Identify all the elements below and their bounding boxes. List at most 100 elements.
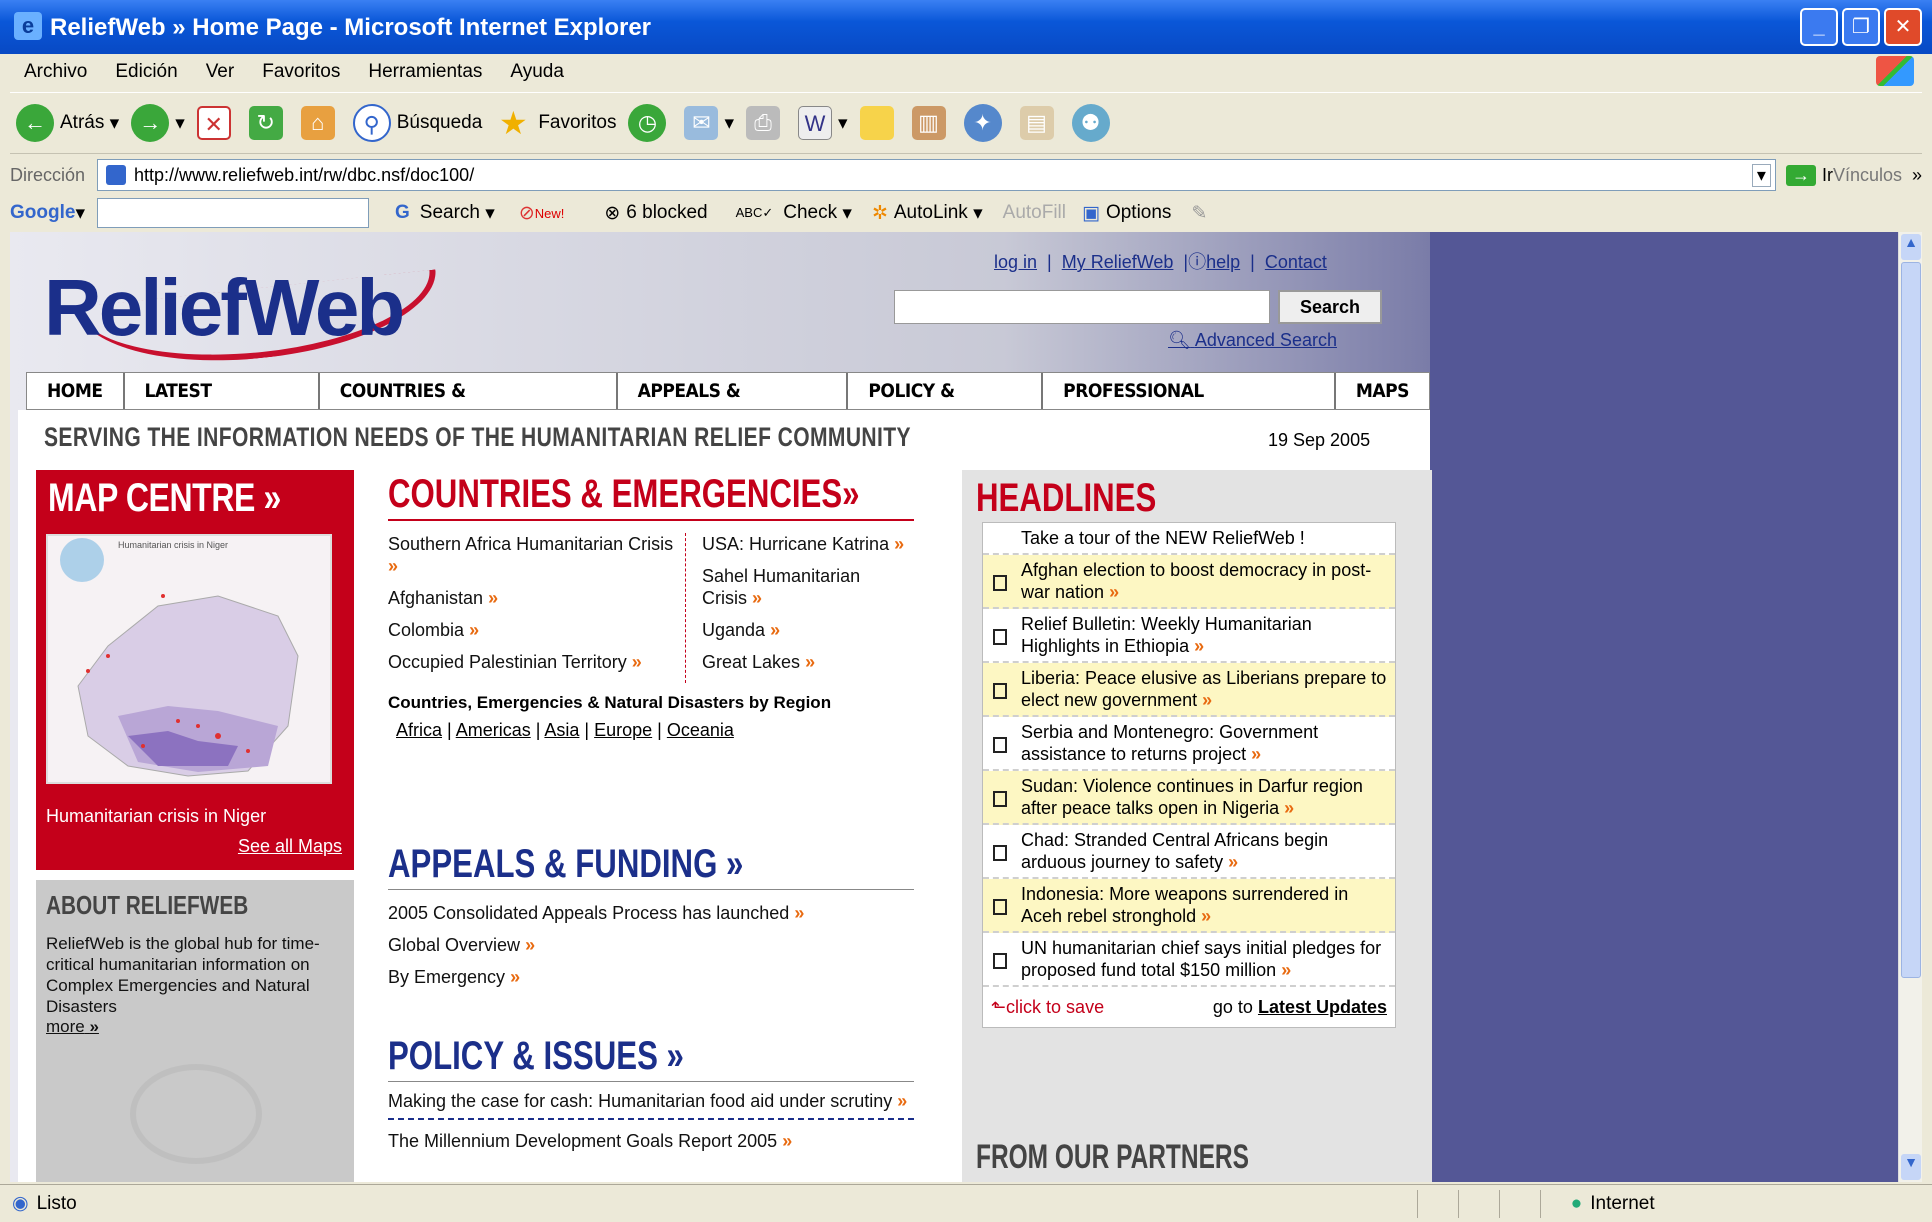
history-button[interactable]: ◷ — [628, 104, 672, 142]
list-item[interactable]: Occupied Palestinian Territory » — [388, 651, 677, 673]
research-button[interactable]: ▥ — [911, 106, 952, 140]
nav-maps[interactable]: MAPS — [1336, 373, 1429, 409]
list-item[interactable]: Southern Africa Humanitarian Crisis » — [388, 533, 677, 577]
list-item[interactable]: Great Lakes » — [702, 651, 906, 673]
scroll-up-icon[interactable]: ▲ — [1901, 234, 1921, 260]
nav-countries-emergencies[interactable]: COUNTRIES & EMERGENCIES — [320, 373, 618, 438]
pencil-icon[interactable]: ✎ — [1191, 202, 1207, 225]
list-item[interactable]: UN humanitarian chief says initial pledg… — [983, 933, 1395, 987]
list-item[interactable]: By Emergency » — [388, 966, 914, 988]
about-more-link[interactable]: more » — [46, 1017, 99, 1036]
list-item[interactable]: Take a tour of the NEW ReliefWeb ! — [983, 523, 1395, 555]
my-reliefweb-link[interactable]: My ReliefWeb — [1062, 252, 1174, 272]
list-item[interactable]: Serbia and Montenegro: Government assist… — [983, 717, 1395, 771]
advanced-search-link[interactable]: 🔍︎ Advanced Search — [1168, 330, 1337, 351]
menu-ver[interactable]: Ver — [206, 61, 235, 83]
region-oceania-link[interactable]: Oceania — [667, 720, 734, 740]
links-chevron-icon[interactable]: » — [1912, 165, 1922, 186]
people-icon: ⚉ — [1071, 104, 1110, 142]
contact-link[interactable]: Contact — [1265, 252, 1327, 272]
popups-blocked-button[interactable]: 6 blocked — [626, 202, 707, 224]
region-asia-link[interactable]: Asia — [544, 720, 579, 740]
menu-favoritos[interactable]: Favoritos — [262, 61, 340, 83]
policy-title[interactable]: POLICY & ISSUES » — [388, 1034, 798, 1079]
menu-archivo[interactable]: Archivo — [24, 61, 87, 83]
forward-arrow-icon: → — [131, 104, 170, 142]
edit-button[interactable]: W ▾ — [798, 106, 848, 140]
nav-professional-resources[interactable]: PROFESSIONAL RESOURCES — [1043, 373, 1336, 438]
forward-button[interactable]: → ▾ — [131, 104, 185, 142]
list-item[interactable]: The Millennium Development Goals Report … — [388, 1130, 914, 1152]
print-button[interactable]: ⎙ — [746, 106, 786, 140]
help-link[interactable]: help — [1206, 252, 1240, 272]
close-button[interactable]: ✕ — [1884, 8, 1922, 46]
google-search-button[interactable]: Search — [420, 202, 480, 224]
back-button[interactable]: ← Atrás ▾ — [16, 104, 119, 142]
maximize-button[interactable]: ❐ — [1842, 8, 1880, 46]
list-item[interactable]: Making the case for cash: Humanitarian f… — [388, 1090, 914, 1120]
list-item[interactable]: Liberia: Peace elusive as Liberians prep… — [983, 663, 1395, 717]
google-logo[interactable]: Google — [10, 202, 75, 224]
menu-edicion[interactable]: Edición — [115, 61, 177, 83]
menu-herramientas[interactable]: Herramientas — [368, 61, 482, 83]
scroll-down-icon[interactable]: ▼ — [1901, 1154, 1921, 1180]
see-all-maps-link[interactable]: See all Maps — [238, 836, 342, 857]
appeals-title[interactable]: APPEALS & FUNDING » — [388, 842, 798, 887]
messenger-button[interactable]: ✦ — [963, 104, 1008, 142]
minimize-button[interactable]: _ — [1800, 8, 1838, 46]
new-badge: New! — [534, 205, 565, 221]
list-item[interactable]: Afghanistan » — [388, 587, 677, 609]
map-caption[interactable]: Humanitarian crisis in Niger — [46, 806, 266, 827]
list-item[interactable]: Relief Bulletin: Weekly Humanitarian Hig… — [983, 609, 1395, 663]
vertical-scrollbar[interactable]: ▲ ▼ — [1898, 232, 1922, 1182]
list-item[interactable]: Colombia » — [388, 619, 677, 641]
notes-button[interactable] — [859, 106, 900, 140]
region-africa-link[interactable]: Africa — [396, 720, 442, 740]
nav-latest-updates[interactable]: LATEST UPDATES — [125, 373, 320, 438]
list-item[interactable]: Uganda » — [702, 619, 906, 641]
nav-home[interactable]: HOME — [27, 373, 125, 409]
region-europe-link[interactable]: Europe — [594, 720, 652, 740]
autolink-button[interactable]: AutoLink — [894, 202, 968, 224]
stop-button[interactable]: ✕ — [196, 106, 237, 140]
globe-icon: ● — [1570, 1192, 1583, 1214]
favorites-button[interactable]: ★ Favoritos — [494, 104, 616, 142]
people-button[interactable]: ⚉ — [1071, 104, 1116, 142]
go-arrow-icon[interactable]: → — [1785, 164, 1816, 186]
nav-appeals-funding[interactable]: APPEALS & FUNDING — [618, 373, 849, 438]
countries-title[interactable]: COUNTRIES & EMERGENCIES» — [388, 472, 860, 517]
scroll-thumb[interactable] — [1901, 262, 1921, 978]
latest-updates-link[interactable]: Latest Updates — [1258, 997, 1387, 1018]
options-button[interactable]: Options — [1106, 202, 1171, 224]
click-to-save-link[interactable]: ⬑click to save — [991, 997, 1104, 1018]
links-button[interactable]: Vínculos — [1833, 165, 1902, 186]
list-item[interactable]: Afghan election to boost democracy in po… — [983, 555, 1395, 609]
list-item[interactable]: 2005 Consolidated Appeals Process has la… — [388, 902, 914, 924]
search-button[interactable]: ⚲ Búsqueda — [352, 104, 482, 142]
niger-map-image[interactable]: Humanitarian crisis in Niger — [46, 534, 332, 784]
menu-ayuda[interactable]: Ayuda — [510, 61, 564, 83]
login-link[interactable]: log in — [994, 252, 1037, 272]
list-item[interactable]: Sahel Humanitarian Crisis » — [702, 565, 906, 609]
mail-button[interactable]: ✉ ▾ — [684, 106, 734, 140]
check-button[interactable]: Check — [783, 202, 837, 224]
google-search-input[interactable] — [97, 198, 369, 228]
site-search-input[interactable] — [894, 290, 1270, 324]
list-item[interactable]: Global Overview » — [388, 934, 914, 956]
site-search-button[interactable]: Search — [1278, 290, 1382, 324]
address-input[interactable]: http://www.reliefweb.int/rw/dbc.nsf/doc1… — [97, 159, 1776, 191]
autofill-button[interactable]: AutoFill — [1003, 202, 1066, 224]
nav-policy-issues[interactable]: POLICY & ISSUES — [848, 373, 1044, 438]
list-item[interactable]: Chad: Stranded Central Africans begin ar… — [983, 825, 1395, 879]
region-americas-link[interactable]: Americas — [456, 720, 531, 740]
list-item[interactable]: Indonesia: More weapons surrendered in A… — [983, 879, 1395, 933]
go-button[interactable]: Ir — [1822, 165, 1833, 186]
address-dropdown-icon[interactable]: ▾ — [1751, 163, 1771, 187]
clipboard-button[interactable]: ▤ — [1019, 106, 1060, 140]
list-item[interactable]: USA: Hurricane Katrina » — [702, 533, 906, 555]
list-item[interactable]: Sudan: Violence continues in Darfur regi… — [983, 771, 1395, 825]
map-centre-title[interactable]: MAP CENTRE » — [48, 476, 281, 521]
reliefweb-logo[interactable]: ReliefWeb — [44, 262, 405, 354]
refresh-button[interactable]: ↻ — [248, 106, 289, 140]
home-button[interactable]: ⌂ — [300, 106, 341, 140]
